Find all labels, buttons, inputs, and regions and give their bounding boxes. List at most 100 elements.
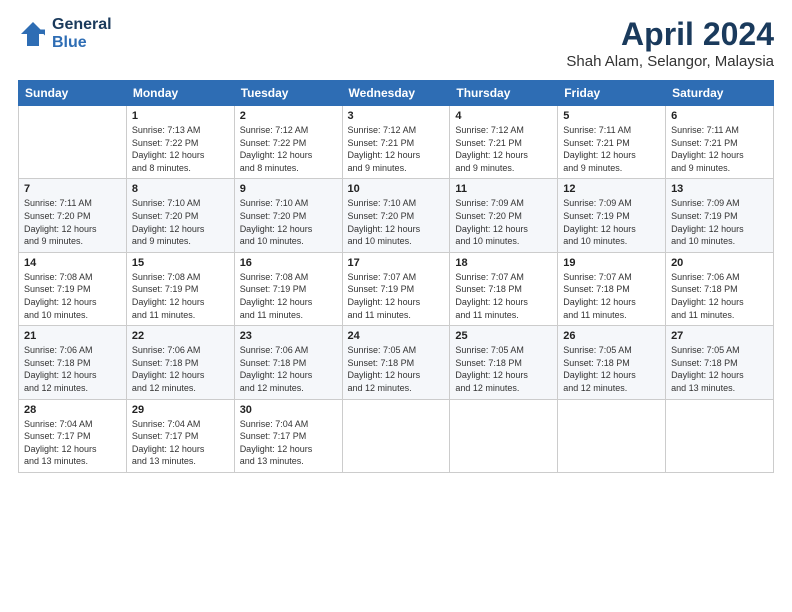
day-cell: 5 Sunrise: 7:11 AM Sunset: 7:21 PM Daylig…: [558, 106, 666, 179]
day-cell: 22 Sunrise: 7:06 AM Sunset: 7:18 PM Dayli…: [126, 326, 234, 399]
day-cell: 7 Sunrise: 7:11 AM Sunset: 7:20 PM Daylig…: [19, 179, 127, 252]
day-info: Sunrise: 7:10 AM Sunset: 7:20 PM Dayligh…: [348, 197, 445, 247]
day-cell: 26 Sunrise: 7:05 AM Sunset: 7:18 PM Dayli…: [558, 326, 666, 399]
day-number: 1: [132, 110, 229, 122]
day-info: Sunrise: 7:13 AM Sunset: 7:22 PM Dayligh…: [132, 124, 229, 174]
day-cell: 2Sunrise: 7:12 AM Sunset: 7:22 PM Daylig…: [234, 106, 342, 179]
day-cell: 12Sunrise: 7:09 AM Sunset: 7:19 PM Dayli…: [558, 179, 666, 252]
day-info: Sunrise: 7:06 AM Sunset: 7:18 PM Dayligh…: [132, 344, 229, 394]
day-info: Sunrise: 7:11 AM Sunset: 7:20 PM Dayligh…: [24, 197, 121, 247]
weekday-header-thursday: Thursday: [450, 81, 558, 106]
day-cell: 18 Sunrise: 7:07 AM Sunset: 7:18 PM Dayli…: [450, 252, 558, 325]
day-cell: 11 Sunrise: 7:09 AM Sunset: 7:20 PM Dayli…: [450, 179, 558, 252]
header: General Blue April 2024 Shah Alam, Selan…: [18, 16, 774, 70]
day-info: Sunrise: 7:12 AM Sunset: 7:22 PM Dayligh…: [240, 124, 337, 174]
day-cell: 17 Sunrise: 7:07 AM Sunset: 7:19 PM Dayli…: [342, 252, 450, 325]
day-cell: 30 Sunrise: 7:04 AM Sunset: 7:17 PM Dayli…: [234, 399, 342, 472]
day-cell: 27 Sunrise: 7:05 AM Sunset: 7:18 PM Dayli…: [666, 326, 774, 399]
day-cell: 9 Sunrise: 7:10 AM Sunset: 7:20 PM Daylig…: [234, 179, 342, 252]
day-number: 5: [563, 110, 660, 122]
weekday-header-row: SundayMondayTuesdayWednesdayThursdayFrid…: [19, 81, 774, 106]
day-number: 6: [671, 110, 768, 122]
day-number: 16: [240, 257, 337, 269]
week-row-5: 28 Sunrise: 7:04 AM Sunset: 7:17 PM Dayli…: [19, 399, 774, 472]
day-info: Sunrise: 7:05 AM Sunset: 7:18 PM Dayligh…: [348, 344, 445, 394]
day-cell: [342, 399, 450, 472]
day-number: 23: [240, 330, 337, 342]
day-number: 15: [132, 257, 229, 269]
day-info: Sunrise: 7:08 AM Sunset: 7:19 PM Dayligh…: [24, 271, 121, 321]
day-cell: [19, 106, 127, 179]
day-cell: 29 Sunrise: 7:04 AM Sunset: 7:17 PM Dayli…: [126, 399, 234, 472]
day-number: 22: [132, 330, 229, 342]
day-info: Sunrise: 7:10 AM Sunset: 7:20 PM Dayligh…: [240, 197, 337, 247]
day-number: 26: [563, 330, 660, 342]
day-info: Sunrise: 7:07 AM Sunset: 7:19 PM Dayligh…: [348, 271, 445, 321]
week-row-1: 1 Sunrise: 7:13 AM Sunset: 7:22 PM Daylig…: [19, 106, 774, 179]
day-info: Sunrise: 7:08 AM Sunset: 7:19 PM Dayligh…: [240, 271, 337, 321]
day-info: Sunrise: 7:09 AM Sunset: 7:19 PM Dayligh…: [671, 197, 768, 247]
day-number: 11: [455, 183, 552, 195]
day-number: 25: [455, 330, 552, 342]
weekday-header-saturday: Saturday: [666, 81, 774, 106]
day-info: Sunrise: 7:12 AM Sunset: 7:21 PM Dayligh…: [348, 124, 445, 174]
month-title: April 2024: [566, 16, 774, 53]
day-info: Sunrise: 7:08 AM Sunset: 7:19 PM Dayligh…: [132, 271, 229, 321]
day-info: Sunrise: 7:05 AM Sunset: 7:18 PM Dayligh…: [455, 344, 552, 394]
day-cell: 8 Sunrise: 7:10 AM Sunset: 7:20 PM Daylig…: [126, 179, 234, 252]
day-number: 18: [455, 257, 552, 269]
day-cell: 20Sunrise: 7:06 AM Sunset: 7:18 PM Dayli…: [666, 252, 774, 325]
day-cell: 28 Sunrise: 7:04 AM Sunset: 7:17 PM Dayli…: [19, 399, 127, 472]
day-info: Sunrise: 7:04 AM Sunset: 7:17 PM Dayligh…: [24, 418, 121, 468]
calendar-table: SundayMondayTuesdayWednesdayThursdayFrid…: [18, 80, 774, 473]
day-number: 4: [455, 110, 552, 122]
day-info: Sunrise: 7:09 AM Sunset: 7:20 PM Dayligh…: [455, 197, 552, 247]
day-info: Sunrise: 7:06 AM Sunset: 7:18 PM Dayligh…: [24, 344, 121, 394]
day-cell: [450, 399, 558, 472]
day-info: Sunrise: 7:11 AM Sunset: 7:21 PM Dayligh…: [671, 124, 768, 174]
day-number: 21: [24, 330, 121, 342]
day-number: 20: [671, 257, 768, 269]
day-number: 14: [24, 257, 121, 269]
week-row-4: 21 Sunrise: 7:06 AM Sunset: 7:18 PM Dayli…: [19, 326, 774, 399]
day-info: Sunrise: 7:04 AM Sunset: 7:17 PM Dayligh…: [240, 418, 337, 468]
day-cell: 14 Sunrise: 7:08 AM Sunset: 7:19 PM Dayli…: [19, 252, 127, 325]
day-info: Sunrise: 7:05 AM Sunset: 7:18 PM Dayligh…: [563, 344, 660, 394]
weekday-header-tuesday: Tuesday: [234, 81, 342, 106]
day-number: 8: [132, 183, 229, 195]
day-cell: 24Sunrise: 7:05 AM Sunset: 7:18 PM Dayli…: [342, 326, 450, 399]
day-info: Sunrise: 7:07 AM Sunset: 7:18 PM Dayligh…: [455, 271, 552, 321]
day-info: Sunrise: 7:04 AM Sunset: 7:17 PM Dayligh…: [132, 418, 229, 468]
weekday-header-monday: Monday: [126, 81, 234, 106]
logo-icon: [18, 19, 48, 49]
day-info: Sunrise: 7:11 AM Sunset: 7:21 PM Dayligh…: [563, 124, 660, 174]
day-number: 30: [240, 404, 337, 416]
day-number: 29: [132, 404, 229, 416]
location: Shah Alam, Selangor, Malaysia: [566, 53, 774, 70]
day-cell: [666, 399, 774, 472]
day-number: 10: [348, 183, 445, 195]
logo-text: General Blue: [52, 16, 112, 51]
day-cell: [558, 399, 666, 472]
weekday-header-sunday: Sunday: [19, 81, 127, 106]
day-cell: 13 Sunrise: 7:09 AM Sunset: 7:19 PM Dayli…: [666, 179, 774, 252]
day-cell: 16 Sunrise: 7:08 AM Sunset: 7:19 PM Dayli…: [234, 252, 342, 325]
day-cell: 4 Sunrise: 7:12 AM Sunset: 7:21 PM Daylig…: [450, 106, 558, 179]
day-info: Sunrise: 7:05 AM Sunset: 7:18 PM Dayligh…: [671, 344, 768, 394]
day-number: 17: [348, 257, 445, 269]
day-cell: 10 Sunrise: 7:10 AM Sunset: 7:20 PM Dayli…: [342, 179, 450, 252]
day-cell: 23Sunrise: 7:06 AM Sunset: 7:18 PM Dayli…: [234, 326, 342, 399]
day-number: 3: [348, 110, 445, 122]
weekday-header-wednesday: Wednesday: [342, 81, 450, 106]
week-row-3: 14 Sunrise: 7:08 AM Sunset: 7:19 PM Dayli…: [19, 252, 774, 325]
logo: General Blue: [18, 16, 112, 51]
day-number: 28: [24, 404, 121, 416]
day-number: 7: [24, 183, 121, 195]
day-info: Sunrise: 7:12 AM Sunset: 7:21 PM Dayligh…: [455, 124, 552, 174]
day-cell: 21 Sunrise: 7:06 AM Sunset: 7:18 PM Dayli…: [19, 326, 127, 399]
day-number: 9: [240, 183, 337, 195]
day-info: Sunrise: 7:10 AM Sunset: 7:20 PM Dayligh…: [132, 197, 229, 247]
day-number: 13: [671, 183, 768, 195]
day-number: 27: [671, 330, 768, 342]
day-cell: 25 Sunrise: 7:05 AM Sunset: 7:18 PM Dayli…: [450, 326, 558, 399]
